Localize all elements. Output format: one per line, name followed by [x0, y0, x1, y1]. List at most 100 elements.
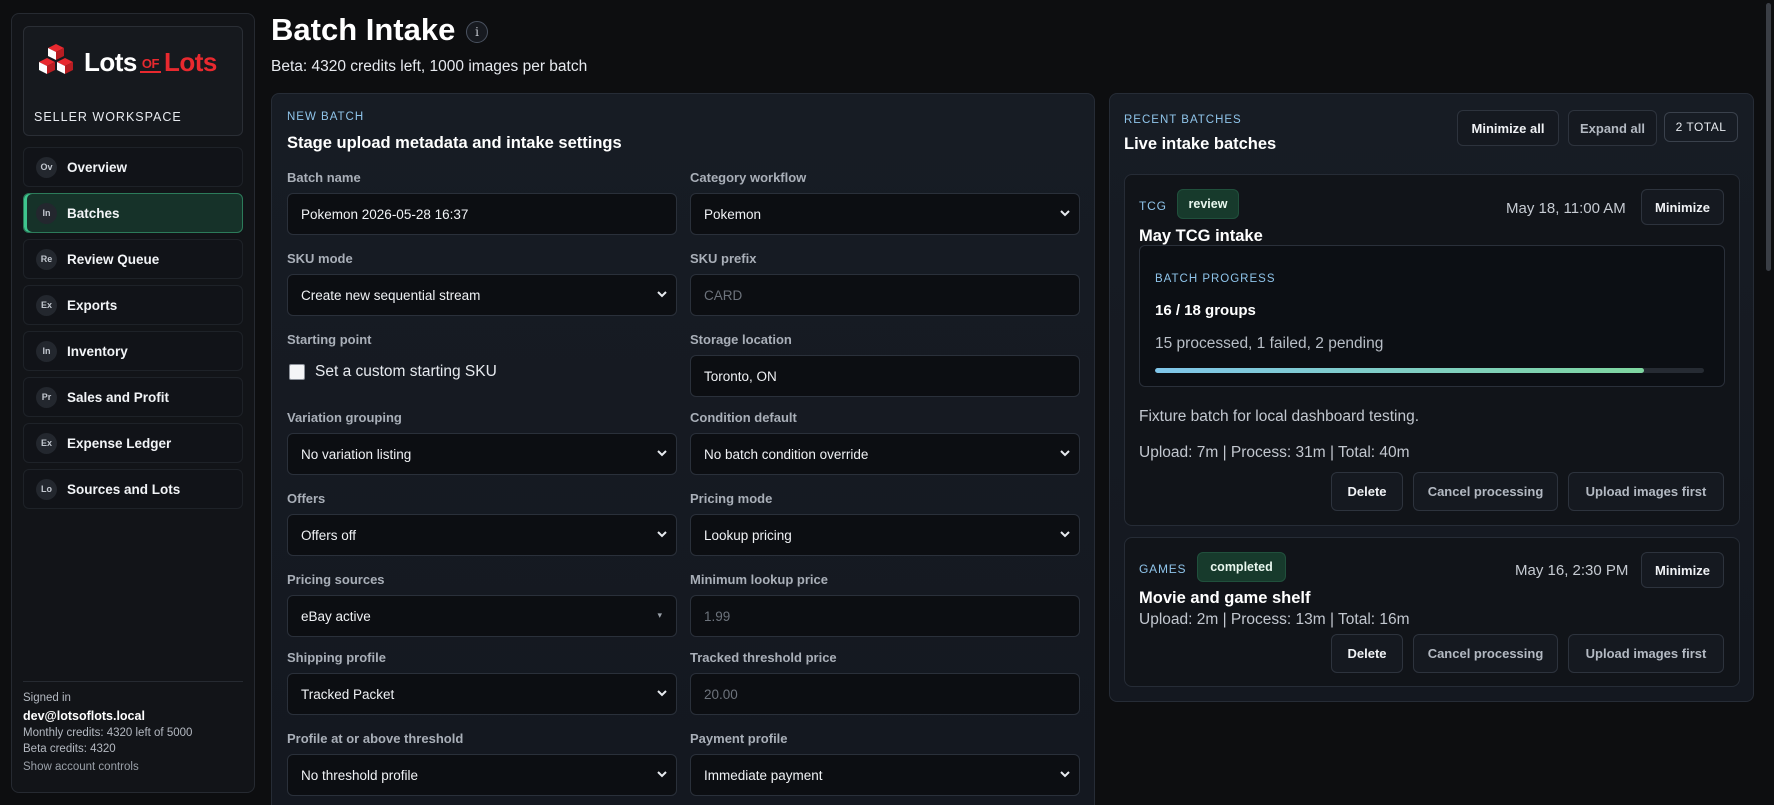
sku-mode-select[interactable]: Create new sequential stream: [287, 274, 677, 316]
variation-grouping-select[interactable]: No variation listing: [287, 433, 677, 475]
delete-button[interactable]: Delete: [1331, 634, 1403, 673]
min-lookup-price-field: Minimum lookup price 1.99: [690, 572, 1080, 637]
info-icon[interactable]: i: [466, 21, 488, 43]
storage-location-field: Storage location Toronto, ON: [690, 332, 1080, 397]
cubes-logo-icon: [39, 44, 73, 74]
custom-sku-checkbox-row[interactable]: Set a custom starting SKU: [287, 363, 677, 381]
select-value: No variation listing: [301, 446, 412, 462]
select-value: eBay active: [301, 608, 371, 624]
pricing-mode-select[interactable]: Lookup pricing: [690, 514, 1080, 556]
sidebar-item-exports[interactable]: Ex Exports: [23, 285, 243, 325]
batch-progress-summary: 15 processed, 1 failed, 2 pending: [1155, 335, 1384, 352]
new-batch-panel: NEW BATCH Stage upload metadata and inta…: [271, 93, 1095, 805]
brand-word-2: Lots: [163, 47, 217, 77]
show-account-controls-link[interactable]: Show account controls: [23, 761, 243, 773]
sidebar-item-expense-ledger[interactable]: Ex Expense Ledger: [23, 423, 243, 463]
profile-above-threshold-field: Profile at or above threshold No thresho…: [287, 731, 677, 796]
nav-abbr-icon: In: [36, 202, 57, 224]
cancel-processing-button[interactable]: Cancel processing: [1413, 472, 1558, 511]
batch-note: Fixture batch for local dashboard testin…: [1139, 408, 1420, 425]
sidebar-item-overview[interactable]: Ov Overview: [23, 147, 243, 187]
sidebar-nav: Ov Overview In Batches Re Review Queue E…: [23, 147, 243, 515]
batch-card: GAMES completed May 16, 2:30 PM Minimize…: [1124, 537, 1740, 687]
page-scrollbar[interactable]: [1763, 0, 1774, 805]
recent-batches-eyebrow: RECENT BATCHES: [1124, 114, 1242, 126]
field-label: Shipping profile: [287, 650, 386, 665]
sidebar-item-label: Batches: [67, 205, 120, 221]
batch-category-tag: GAMES: [1139, 562, 1187, 576]
caret-down-icon: ▾: [657, 610, 662, 620]
field-label: SKU prefix: [690, 251, 757, 266]
pricing-mode-field: Pricing mode Lookup pricing: [690, 491, 1080, 556]
field-label: Variation grouping: [287, 410, 402, 425]
account-summary: Signed in dev@lotsoflots.local Monthly c…: [23, 681, 243, 773]
batch-progress-box: BATCH PROGRESS 16 / 18 groups 15 process…: [1139, 245, 1725, 387]
minimize-button[interactable]: Minimize: [1641, 189, 1724, 225]
minimize-button[interactable]: Minimize: [1641, 552, 1724, 588]
brand-word-1: Lots: [84, 47, 137, 77]
brand-logo-text[interactable]: Lots OF Lots: [84, 47, 217, 78]
sku-prefix-field: SKU prefix CARD: [690, 251, 1080, 316]
field-label: Minimum lookup price: [690, 572, 828, 587]
profile-above-threshold-select[interactable]: No threshold profile: [287, 754, 677, 796]
recent-batches-title: Live intake batches: [1124, 135, 1277, 153]
nav-abbr-icon: Ex: [36, 294, 57, 316]
min-lookup-price-input[interactable]: 1.99: [690, 595, 1080, 637]
batch-category-tag: TCG: [1139, 199, 1167, 213]
new-batch-title: Stage upload metadata and intake setting…: [287, 134, 622, 152]
sidebar-item-review-queue[interactable]: Re Review Queue: [23, 239, 243, 279]
minimize-all-button[interactable]: Minimize all: [1457, 110, 1559, 146]
page-subtitle: Beta: 4320 credits left, 1000 images per…: [271, 58, 588, 75]
field-label: SKU mode: [287, 251, 353, 266]
batch-timing: Upload: 7m | Process: 31m | Total: 40m: [1139, 444, 1410, 461]
sidebar-item-batches[interactable]: In Batches: [23, 193, 243, 233]
sidebar-item-label: Sources and Lots: [67, 481, 181, 497]
offers-field: Offers Offers off: [287, 491, 677, 556]
payment-profile-field: Payment profile Immediate payment: [690, 731, 1080, 796]
pricing-sources-field: Pricing sources eBay active ▾: [287, 572, 677, 637]
sidebar-item-sources-and-lots[interactable]: Lo Sources and Lots: [23, 469, 243, 509]
upload-images-first-button[interactable]: Upload images first: [1568, 472, 1724, 511]
shipping-profile-select[interactable]: Tracked Packet: [287, 673, 677, 715]
batch-date: May 18, 11:00 AM: [1506, 200, 1626, 217]
sidebar-item-label: Inventory: [67, 343, 128, 359]
field-label: Pricing mode: [690, 491, 773, 506]
tracked-threshold-input[interactable]: 20.00: [690, 673, 1080, 715]
select-value: No threshold profile: [301, 767, 419, 783]
field-label: Tracked threshold price: [690, 650, 837, 665]
select-value: No batch condition override: [704, 446, 869, 462]
batch-timing: Upload: 2m | Process: 13m | Total: 16m: [1139, 611, 1410, 628]
page-title: Batch Intake: [271, 12, 456, 47]
sidebar-item-label: Review Queue: [67, 251, 160, 267]
nav-abbr-icon: Lo: [36, 478, 57, 500]
scrollbar-thumb[interactable]: [1766, 3, 1771, 271]
nav-abbr-icon: Re: [36, 248, 57, 270]
cancel-processing-button[interactable]: Cancel processing: [1413, 634, 1558, 673]
delete-button[interactable]: Delete: [1331, 472, 1403, 511]
chevron-down-icon: [1060, 771, 1070, 778]
category-workflow-select[interactable]: Pokemon: [690, 193, 1080, 235]
expand-all-button[interactable]: Expand all: [1568, 110, 1657, 146]
pricing-sources-multiselect[interactable]: eBay active ▾: [287, 595, 677, 637]
variation-grouping-field: Variation grouping No variation listing: [287, 410, 677, 475]
condition-default-field: Condition default No batch condition ove…: [690, 410, 1080, 475]
storage-location-input[interactable]: Toronto, ON: [690, 355, 1080, 397]
field-label: Starting point: [287, 332, 372, 347]
select-value: Tracked Packet: [301, 686, 395, 702]
sku-mode-field: SKU mode Create new sequential stream: [287, 251, 677, 316]
upload-images-first-button[interactable]: Upload images first: [1568, 634, 1724, 673]
sidebar-item-sales-and-profit[interactable]: Pr Sales and Profit: [23, 377, 243, 417]
workspace-label: SELLER WORKSPACE: [34, 110, 182, 124]
field-label: Category workflow: [690, 170, 807, 185]
nav-abbr-icon: Ov: [36, 156, 57, 178]
progress-bar: [1155, 368, 1704, 373]
payment-profile-select[interactable]: Immediate payment: [690, 754, 1080, 796]
batch-name-input[interactable]: Pokemon 2026-05-28 16:37: [287, 193, 677, 235]
sku-prefix-input[interactable]: CARD: [690, 274, 1080, 316]
starting-point-field: Starting point Set a custom starting SKU: [287, 332, 677, 381]
field-label: Batch name: [287, 170, 361, 185]
condition-default-select[interactable]: No batch condition override: [690, 433, 1080, 475]
custom-sku-checkbox[interactable]: [289, 364, 305, 380]
sidebar-item-inventory[interactable]: In Inventory: [23, 331, 243, 371]
offers-select[interactable]: Offers off: [287, 514, 677, 556]
